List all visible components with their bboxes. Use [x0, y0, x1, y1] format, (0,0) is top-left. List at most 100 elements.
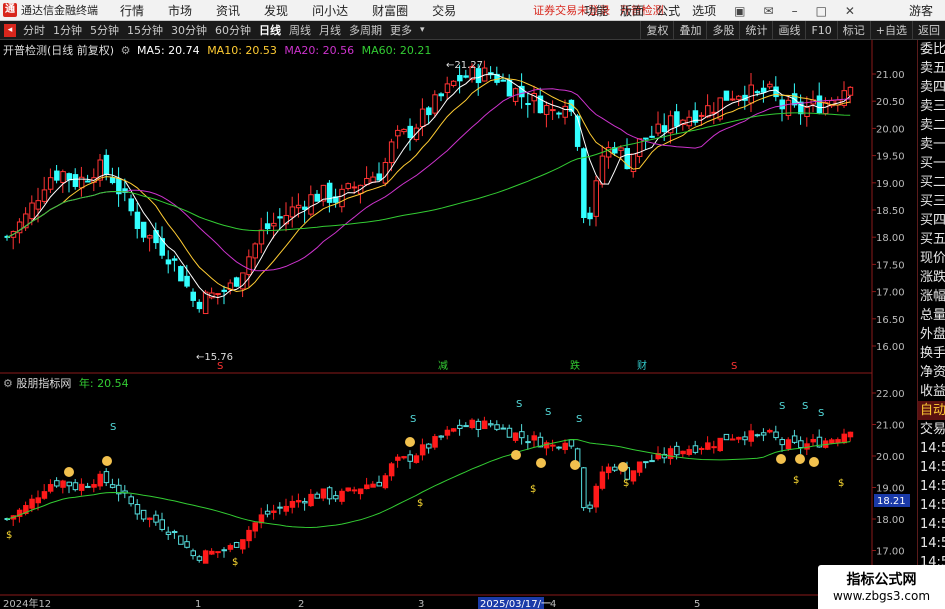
candle-body [376, 173, 382, 181]
side-panel-item[interactable]: 14:55 [918, 439, 945, 458]
menu-item-options[interactable]: 选项 [686, 2, 722, 19]
main-menu: 行情 市场 资讯 发现 问小达 财富圈 交易 [108, 2, 468, 19]
sub-candle-body [556, 446, 562, 449]
side-panel-item[interactable]: 换手 [918, 344, 945, 363]
side-panel-item[interactable]: 总量 [918, 306, 945, 325]
sub-candle-body [450, 428, 457, 432]
sub-candle-body [165, 531, 172, 535]
period-more[interactable]: 更多 [386, 22, 416, 38]
menu-item-trade[interactable]: 交易 [420, 2, 468, 19]
sub-candle-body [481, 420, 488, 430]
side-panel-item[interactable]: 交易 [918, 420, 945, 439]
period-1min[interactable]: 1分钟 [49, 22, 86, 38]
candle-body [103, 154, 110, 175]
side-panel-item[interactable]: 卖四 [918, 78, 945, 97]
sub-candle-body [233, 542, 240, 548]
adjust-button[interactable]: 复权 [640, 21, 673, 40]
side-panel-item[interactable]: 涨幅 [918, 287, 945, 306]
side-panel-item[interactable]: 卖二 [918, 116, 945, 135]
menu-item-market[interactable]: 市场 [156, 2, 204, 19]
overlay-button[interactable]: 叠加 [673, 21, 706, 40]
close-icon[interactable]: ✕ [839, 4, 867, 18]
period-15min[interactable]: 15分钟 [123, 22, 167, 38]
period-5min[interactable]: 5分钟 [86, 22, 123, 38]
sub-candle-body [134, 504, 141, 515]
sub-candle-body [357, 488, 364, 495]
period-daily[interactable]: 日线 [255, 22, 285, 38]
side-panel-item[interactable]: 14:55 [918, 458, 945, 477]
menu-item-wealth[interactable]: 财富圈 [360, 2, 420, 19]
side-panel-item[interactable]: 收益 [918, 382, 945, 401]
side-panel-item[interactable]: 涨跌 [918, 268, 945, 287]
money-bag-icon [536, 458, 546, 468]
money-bag-icon [102, 456, 112, 466]
maximize-icon[interactable]: □ [810, 4, 839, 18]
candle-body [85, 180, 91, 183]
sell-signal-icon: S [516, 399, 522, 410]
menu-item-discover[interactable]: 发现 [252, 2, 300, 19]
x-axis-label: 5 [694, 599, 700, 609]
sub-candle-body [364, 484, 370, 490]
sub-candle-body [686, 449, 692, 455]
kline-chart[interactable]: 21.00 20.50 20.00 19.50 19.00 18.50 18.00 17.50… [0, 40, 917, 609]
menu-item-news[interactable]: 资讯 [204, 2, 252, 19]
side-panel-item[interactable]: 买二 [918, 173, 945, 192]
period-intraday[interactable]: 分时 [19, 22, 49, 38]
side-panel-item[interactable]: 14:55 [918, 496, 945, 515]
side-panel-item[interactable]: 买一 [918, 154, 945, 173]
candle-body [295, 204, 302, 209]
side-panel-item[interactable]: 买四 [918, 211, 945, 230]
side-panel-item[interactable]: 现价 [918, 249, 945, 268]
f10-button[interactable]: F10 [805, 21, 836, 40]
sub-candle-body [103, 471, 110, 484]
sell-signal-icon: S [110, 422, 116, 433]
stats-button[interactable]: 统计 [739, 21, 772, 40]
mark-button[interactable]: 标记 [836, 21, 870, 40]
minimize-icon[interactable]: – [786, 4, 810, 18]
sub-candle-body [196, 556, 203, 561]
side-panel-item[interactable]: 外盘 [918, 325, 945, 344]
menu-item-formula[interactable]: 公式 [650, 2, 686, 19]
menu-item-function[interactable]: 功能 [578, 2, 614, 19]
side-panel-item[interactable]: 自动 [918, 401, 945, 420]
period-60min[interactable]: 60分钟 [211, 22, 255, 38]
menu-item-layout[interactable]: 版面 [614, 2, 650, 19]
return-button[interactable]: 返回 [912, 21, 945, 40]
sub-candle-body [506, 427, 513, 438]
sub-candle-body [444, 429, 451, 436]
chevron-down-icon[interactable]: ▾ [416, 25, 429, 35]
add-watchlist-button[interactable]: +自选 [869, 21, 912, 40]
sub-candle-body [252, 522, 258, 532]
watermark-url: www.zbgs3.com [832, 589, 931, 603]
side-panel-item[interactable]: 卖五 [918, 59, 945, 78]
period-30min[interactable]: 30分钟 [167, 22, 211, 38]
side-panel-item[interactable]: 委比 [918, 40, 945, 59]
side-panel-item[interactable]: 14:55 [918, 477, 945, 496]
side-panel-item[interactable]: 净资 [918, 363, 945, 382]
candle-body [599, 155, 606, 185]
sub-candle-body [413, 455, 420, 463]
draw-line-button[interactable]: 画线 [772, 21, 805, 40]
period-multi[interactable]: 多周期 [345, 22, 386, 38]
guest-user[interactable]: 游客 [903, 2, 939, 19]
menu-item-ask[interactable]: 问小达 [300, 2, 360, 19]
side-panel-item[interactable]: 14:55 [918, 515, 945, 534]
main-y-tick-label: 16.50 [876, 315, 905, 326]
sub-candle-body [605, 466, 612, 474]
skin-icon[interactable]: ▣ [728, 4, 757, 18]
side-panel-item[interactable]: 买三 [918, 192, 945, 211]
period-weekly[interactable]: 周线 [285, 22, 315, 38]
side-panel-item[interactable]: 卖三 [918, 97, 945, 116]
back-arrow-icon[interactable]: ◂ [4, 23, 16, 37]
candle-body [178, 266, 184, 282]
side-panel-item[interactable]: 14:55 [918, 534, 945, 553]
sub-candle-body [47, 484, 54, 492]
candle-body [29, 202, 35, 220]
side-panel-item[interactable]: 买五 [918, 230, 945, 249]
period-monthly[interactable]: 月线 [315, 22, 345, 38]
multi-stock-button[interactable]: 多股 [706, 21, 739, 40]
menu-item-quotes[interactable]: 行情 [108, 2, 156, 19]
side-panel-item[interactable]: 卖一 [918, 135, 945, 154]
mail-icon[interactable]: ✉ [758, 4, 786, 18]
candle-body [816, 95, 823, 114]
